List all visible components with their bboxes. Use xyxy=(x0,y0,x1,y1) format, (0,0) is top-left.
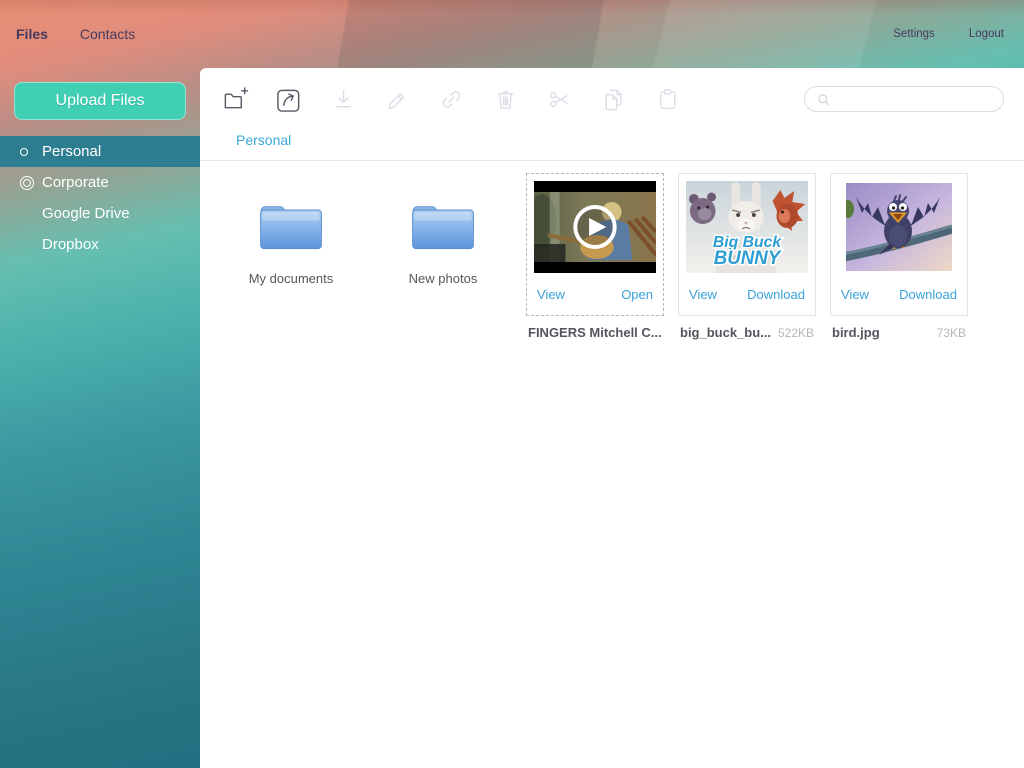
sidebar: Upload Files Personal Corporate Google D… xyxy=(0,68,200,768)
file-meta: big_buck_bu... 522KB xyxy=(678,325,816,340)
view-link[interactable]: View xyxy=(537,287,565,302)
file-name: big_buck_bu... xyxy=(680,325,772,340)
new-folder-icon xyxy=(224,86,249,108)
bird-thumbnail-image xyxy=(846,183,952,271)
copy-button[interactable] xyxy=(600,86,627,113)
view-link[interactable]: View xyxy=(841,287,869,302)
play-button-icon xyxy=(573,205,617,249)
download-icon xyxy=(336,89,351,107)
file-name: FINGERS Mitchell C... xyxy=(528,325,662,340)
breadcrumb: Personal xyxy=(200,130,1024,161)
search-box xyxy=(804,86,1004,112)
pencil-icon xyxy=(388,92,405,109)
toolbar-buttons xyxy=(222,86,681,113)
card-actions: View Download xyxy=(679,273,815,315)
sidebar-item-dropbox[interactable]: Dropbox xyxy=(0,229,200,260)
open-link[interactable]: Open xyxy=(621,287,653,302)
big-buck-bunny-thumbnail-image: Big Buck BUNNY xyxy=(686,181,808,273)
video-thumbnail[interactable] xyxy=(534,181,656,273)
breadcrumb-personal[interactable]: Personal xyxy=(236,132,291,148)
file-meta: bird.jpg 73KB xyxy=(830,325,968,340)
folder-name: New photos xyxy=(408,271,478,286)
nav-contacts[interactable]: Contacts xyxy=(80,26,135,42)
sidebar-item-label: Dropbox xyxy=(42,236,99,253)
video-thumbnail-image xyxy=(534,181,656,273)
get-link-button[interactable] xyxy=(438,86,465,113)
view-link[interactable]: View xyxy=(689,287,717,302)
poster-title-line2: BUNNY xyxy=(714,247,782,268)
file-meta: FINGERS Mitchell C... xyxy=(526,325,664,340)
file-card-selected[interactable]: View Open xyxy=(526,173,664,316)
card-actions: View Open xyxy=(527,273,663,315)
folder-item-new-photos[interactable]: New photos xyxy=(374,173,512,286)
link-icon xyxy=(442,90,461,108)
rename-button[interactable] xyxy=(384,86,411,113)
file-size: 73KB xyxy=(936,326,966,340)
scissors-icon xyxy=(550,91,568,107)
file-name: bird.jpg xyxy=(832,325,880,340)
clipboard-icon xyxy=(660,88,676,109)
open-button[interactable] xyxy=(276,86,303,113)
sidebar-item-google-drive[interactable]: Google Drive xyxy=(0,198,200,229)
file-item-big-buck-bunny: Big Buck BUNNY View Download big_buck_bu… xyxy=(678,173,816,340)
nav-files[interactable]: Files xyxy=(16,26,48,42)
download-link[interactable]: Download xyxy=(747,287,805,302)
folder-icon xyxy=(412,206,474,250)
topbar: Files Contacts Settings Logout xyxy=(0,0,1024,68)
file-card[interactable]: Big Buck BUNNY View Download xyxy=(678,173,816,316)
upload-files-button[interactable]: Upload Files xyxy=(14,82,186,120)
sidebar-item-label: Personal xyxy=(42,143,102,160)
double-circle-icon xyxy=(20,175,42,190)
file-grid: My documents New photos View Open FINGER… xyxy=(200,161,1024,340)
copy-icon xyxy=(605,89,622,110)
file-item-bird-jpg: View Download bird.jpg 73KB xyxy=(830,173,968,340)
paste-button[interactable] xyxy=(654,86,681,113)
open-icon xyxy=(277,89,300,112)
folder-name: My documents xyxy=(248,271,334,286)
sidebar-item-personal[interactable]: Personal xyxy=(0,136,200,167)
search-input[interactable] xyxy=(838,90,993,108)
circle-icon xyxy=(20,147,42,156)
folder-item-my-documents[interactable]: My documents xyxy=(222,173,360,286)
settings-link[interactable]: Settings xyxy=(893,28,935,40)
sidebar-item-corporate[interactable]: Corporate xyxy=(0,167,200,198)
download-link[interactable]: Download xyxy=(899,287,957,302)
folder-icon xyxy=(260,206,322,250)
trash-icon xyxy=(497,90,514,109)
toolbar xyxy=(200,68,1024,130)
card-actions: View Download xyxy=(831,273,967,315)
new-folder-button[interactable] xyxy=(222,86,249,113)
search-icon xyxy=(818,93,830,105)
file-item-video: View Open FINGERS Mitchell C... xyxy=(526,173,664,340)
image-thumbnail[interactable] xyxy=(838,181,960,273)
logout-link[interactable]: Logout xyxy=(969,28,1004,40)
delete-button[interactable] xyxy=(492,86,519,113)
sidebar-nav: Personal Corporate Google Drive Dropbox xyxy=(0,136,200,260)
file-size: 522KB xyxy=(777,326,814,340)
primary-nav: Files Contacts xyxy=(16,26,135,42)
file-card[interactable]: View Download xyxy=(830,173,968,316)
cut-button[interactable] xyxy=(546,86,573,113)
content-panel: Personal My documents New photos View Op… xyxy=(200,68,1024,768)
image-thumbnail[interactable]: Big Buck BUNNY xyxy=(686,181,808,273)
sidebar-item-label: Google Drive xyxy=(42,205,130,222)
sidebar-item-label: Corporate xyxy=(42,174,109,191)
topbar-actions: Settings Logout xyxy=(893,28,1004,40)
download-button[interactable] xyxy=(330,86,357,113)
